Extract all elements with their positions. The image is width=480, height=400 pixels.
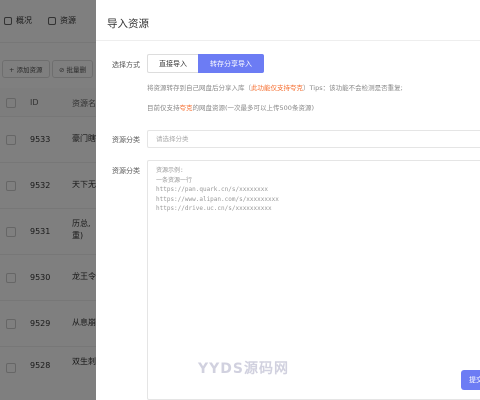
category-label: 资源分类 xyxy=(112,136,140,144)
hint-line-2: 目前仅支持夸克的网盘资源(一次最多可以上传500条资源) xyxy=(147,102,314,112)
direct-import-button[interactable]: 直接导入 xyxy=(147,54,198,73)
category-select[interactable]: 请选择分类 xyxy=(147,130,480,148)
hint-1-highlight: 此功能仅支持夸克 xyxy=(251,84,303,92)
hint-1-pre: 将资源转存到自己网盘后分享入库（ xyxy=(147,84,251,92)
import-dialog: 导入资源 选择方式 直接导入 转存分享导入 将资源转存到自己网盘后分享入库（此功… xyxy=(96,0,480,400)
watermark: YYDS源码网 xyxy=(198,361,289,377)
divider xyxy=(96,40,480,41)
hint-2-post: 的网盘资源(一次最多可以上传500条资源) xyxy=(192,104,314,112)
hint-line-1: 将资源转存到自己网盘后分享入库（此功能仅支持夸克）Tips：该功能不会检测是否重… xyxy=(147,82,403,92)
transfer-import-button[interactable]: 转存分享导入 xyxy=(198,54,264,73)
dialog-title: 导入资源 xyxy=(107,18,149,30)
hint-2-pre: 目前仅支持 xyxy=(147,104,180,112)
method-label: 选择方式 xyxy=(112,61,140,69)
resource-textarea[interactable]: 资源示例: 一条资源一行 https://pan.quark.cn/s/xxxx… xyxy=(147,160,480,400)
resource-label: 资源分类 xyxy=(112,167,140,175)
submit-button[interactable]: 提交 xyxy=(461,370,480,390)
hint-1-post: ）Tips：该功能不会检测是否重复; xyxy=(303,84,403,92)
hint-2-highlight: 夸克 xyxy=(179,104,193,112)
method-toggle: 直接导入 转存分享导入 xyxy=(147,54,264,73)
